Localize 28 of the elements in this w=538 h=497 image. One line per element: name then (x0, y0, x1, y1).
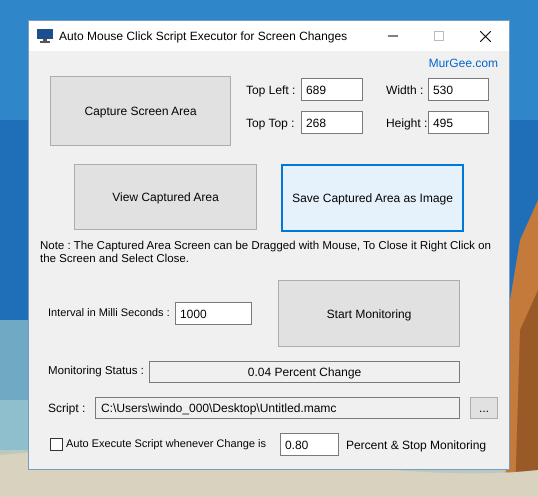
threshold-suffix: Percent & Stop Monitoring (346, 436, 486, 454)
field-label: Width : (386, 82, 424, 98)
window-title: Auto Mouse Click Script Executor for Screen Changes (59, 28, 348, 45)
script-path-field[interactable]: C:\Users\windo_000\Desktop\Untitled.mamc (95, 397, 460, 419)
website-link[interactable]: MurGee.com (428, 56, 498, 71)
input-field[interactable]: 530 (428, 78, 489, 101)
capture-button[interactable]: Capture Screen Area (50, 76, 231, 146)
close-icon[interactable] (480, 30, 491, 42)
field-label: Top Top : (246, 114, 296, 132)
action-button[interactable]: Save Captured Area as Image (281, 164, 464, 232)
checkbox[interactable] (50, 438, 63, 451)
browse-button[interactable]: ... (470, 397, 498, 419)
input-field[interactable]: 1000 (175, 302, 252, 325)
start-button[interactable]: Start Monitoring (278, 280, 460, 347)
status-display: 0.04 Percent Change (149, 361, 460, 383)
field-label: Height : (386, 114, 426, 132)
action-button[interactable]: View Captured Area (74, 164, 257, 230)
input-field[interactable]: 495 (428, 111, 489, 134)
note-text: Note : The Captured Area Screen can be Dragged with Mouse, To Close it Right Click on the Screen and Select Close. (40, 240, 492, 266)
input-field[interactable]: 689 (301, 78, 363, 101)
field-label: Top Left : (246, 82, 296, 98)
input-field[interactable]: 268 (301, 111, 363, 134)
interval-label: Interval in Milli Seconds : (48, 306, 171, 322)
script-label: Script : (48, 400, 86, 417)
checkbox-label: Auto Execute Script whenever Change is (66, 437, 267, 452)
monitor-icon (37, 29, 53, 43)
input-field[interactable]: 0.80 (280, 433, 339, 456)
status-label: Monitoring Status : (48, 364, 145, 380)
